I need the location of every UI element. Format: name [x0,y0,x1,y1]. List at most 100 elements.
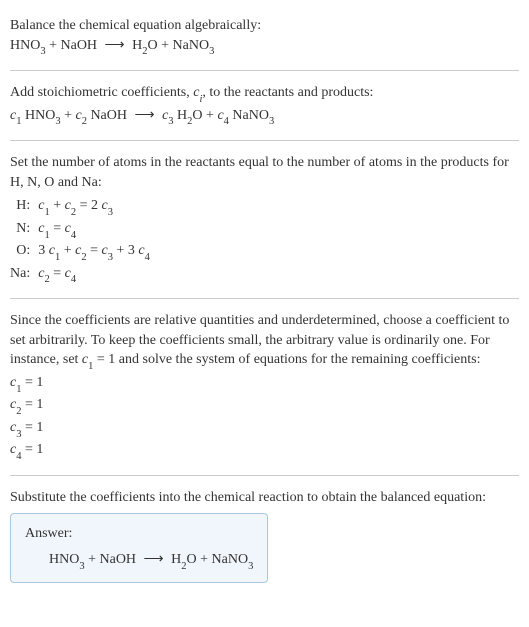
value: = 1 [21,420,43,435]
equation: c2 = c4 [38,264,150,286]
plus: + [203,108,218,123]
step4-text: Substitute the coefficients into the che… [10,488,519,508]
step1-equation: c1 HNO3 + c2 NaOH ⟶ c3 H2O + c4 NaNO3 [10,106,519,128]
divider [10,70,519,71]
subscript: 2 [187,116,192,127]
value: = 1 [21,397,43,412]
subscript: 3 [16,429,21,440]
subscript: 2 [81,252,86,263]
plus: + [197,552,212,567]
intro-section: Balance the chemical equation algebraica… [10,8,519,66]
species: NaNO [212,552,249,567]
coeff: c [65,266,71,281]
element-label: H: [10,196,38,218]
table-row: O: 3 c1 + c2 = c3 + 3 c4 [10,241,150,263]
species: NaOH [61,38,98,53]
solution-list: c1 = 1 c2 = 1 c3 = 1 c4 = 1 [10,373,519,463]
species: HNO [49,552,79,567]
plus: + [61,108,76,123]
subscript: 2 [71,207,76,218]
divider [10,475,519,476]
coeff: c [138,243,144,258]
coeff: c [49,243,55,258]
subscript: i [199,94,202,105]
num: 3 [38,243,49,258]
coeff: c [65,198,71,213]
equation: c1 + c2 = 2 c3 [38,196,150,218]
species: HNO [21,108,55,123]
text: Add stoichiometric coefficients, [10,85,193,100]
arrow-icon: ⟶ [105,36,125,56]
plus: + [158,38,173,53]
subscript: 3 [248,561,253,572]
subscript: 3 [209,46,214,57]
coeff: c [65,221,71,236]
equals: = [87,243,102,258]
species: NaOH [87,108,127,123]
step1-text: Add stoichiometric coefficients, ci, to … [10,83,519,105]
species: NaNO [173,38,210,53]
species: O [192,108,202,123]
equals: = [76,198,91,213]
species: H [132,38,142,53]
step3-text: Since the coefficients are relative quan… [10,311,519,373]
species: NaOH [100,552,137,567]
value: = 1 [21,375,43,390]
species: O [148,38,158,53]
subscript: 4 [71,230,76,241]
list-item: c3 = 1 [10,418,519,440]
table-row: N: c1 = c4 [10,219,150,241]
subscript: 3 [168,116,173,127]
subscript: 3 [108,252,113,263]
list-item: c4 = 1 [10,440,519,462]
species: NaNO [229,108,269,123]
value: = 1 [21,442,43,457]
subscript: 1 [55,252,60,263]
answer-label: Answer: [25,524,253,544]
step1-section: Add stoichiometric coefficients, c i, to … [10,75,519,136]
subscript: 1 [16,116,21,127]
intro-equation: HNO3 + NaOH ⟶ H2O + NaNO3 [10,36,519,58]
answer-equation: HNO3 + NaOH ⟶ H2O + NaNO3 [25,550,253,572]
coeff: c [75,108,81,123]
plus: + [85,552,100,567]
subscript: 4 [16,451,21,462]
subscript: 3 [79,561,84,572]
subscript: 1 [44,230,49,241]
species: H [171,552,181,567]
list-item: c1 = 1 [10,373,519,395]
arrow-icon: ⟶ [134,106,154,126]
coeff: c [217,108,223,123]
list-item: c2 = 1 [10,395,519,417]
plus: + [50,198,65,213]
plus: + [60,243,75,258]
answer-box: Answer: HNO3 + NaOH ⟶ H2O + NaNO3 [10,513,268,583]
subscript: 1 [16,384,21,395]
text: , to the reactants and products: [202,85,373,100]
step4-section: Substitute the coefficients into the che… [10,480,519,592]
intro-text: Balance the chemical equation algebraica… [10,16,519,36]
subscript: 3 [55,116,60,127]
divider [10,140,519,141]
table-row: H: c1 + c2 = 2 c3 [10,196,150,218]
element-label: O: [10,241,38,263]
subscript: 4 [71,274,76,285]
equals: = [50,266,65,281]
equals: = [50,221,65,236]
subscript: 4 [145,252,150,263]
element-label: Na: [10,264,38,286]
step2-section: Set the number of atoms in the reactants… [10,145,519,294]
plus: + [46,38,61,53]
coeff: c [101,243,107,258]
equation: c1 = c4 [38,219,150,241]
subscript: 3 [108,207,113,218]
subscript: 2 [44,274,49,285]
step2-text: Set the number of atoms in the reactants… [10,153,519,192]
text: = 1 and solve the system of equations fo… [93,352,480,367]
subscript: 2 [16,406,21,417]
species: O [187,552,197,567]
subscript: 2 [82,116,87,127]
subscript: 1 [88,361,93,372]
species: H [174,108,188,123]
element-label: N: [10,219,38,241]
